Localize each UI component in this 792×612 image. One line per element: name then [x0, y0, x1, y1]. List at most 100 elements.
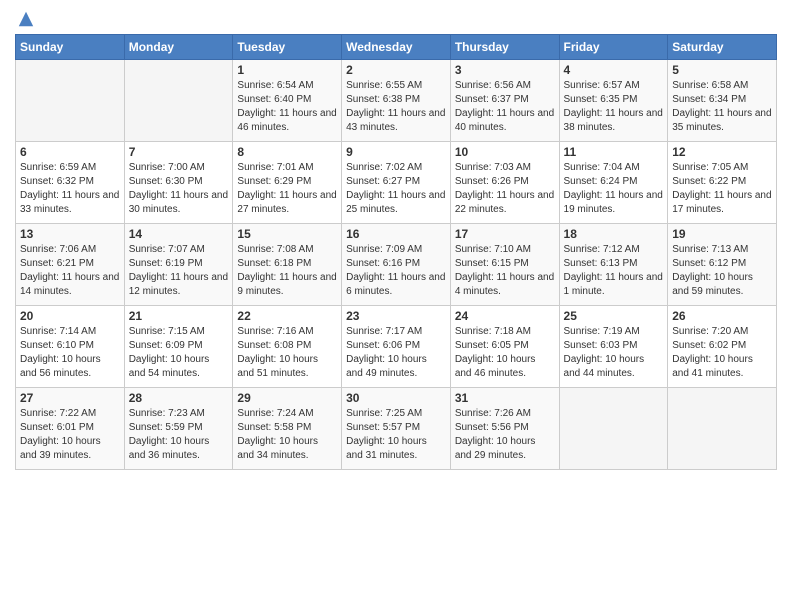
day-number: 26 — [672, 309, 772, 323]
day-number: 30 — [346, 391, 446, 405]
day-number: 4 — [564, 63, 664, 77]
day-number: 5 — [672, 63, 772, 77]
cell-info: Sunrise: 7:07 AMSunset: 6:19 PMDaylight:… — [129, 244, 228, 297]
cell-info: Sunrise: 7:12 AMSunset: 6:13 PMDaylight:… — [564, 244, 663, 297]
cell-info: Sunrise: 7:13 AMSunset: 6:12 PMDaylight:… — [672, 244, 753, 297]
cell-info: Sunrise: 7:05 AMSunset: 6:22 PMDaylight:… — [672, 162, 771, 215]
day-number: 28 — [129, 391, 229, 405]
page: SundayMondayTuesdayWednesdayThursdayFrid… — [0, 0, 792, 612]
calendar-cell: 31 Sunrise: 7:26 AMSunset: 5:56 PMDaylig… — [450, 388, 559, 470]
calendar-week: 20 Sunrise: 7:14 AMSunset: 6:10 PMDaylig… — [16, 306, 777, 388]
calendar-cell — [559, 388, 668, 470]
day-number: 2 — [346, 63, 446, 77]
calendar-cell: 3 Sunrise: 6:56 AMSunset: 6:37 PMDayligh… — [450, 60, 559, 142]
header-day: Tuesday — [233, 35, 342, 60]
calendar-cell: 15 Sunrise: 7:08 AMSunset: 6:18 PMDaylig… — [233, 224, 342, 306]
cell-info: Sunrise: 6:56 AMSunset: 6:37 PMDaylight:… — [455, 80, 554, 133]
calendar-cell: 21 Sunrise: 7:15 AMSunset: 6:09 PMDaylig… — [124, 306, 233, 388]
cell-info: Sunrise: 7:20 AMSunset: 6:02 PMDaylight:… — [672, 326, 753, 379]
day-number: 14 — [129, 227, 229, 241]
header-day: Wednesday — [342, 35, 451, 60]
cell-info: Sunrise: 6:55 AMSunset: 6:38 PMDaylight:… — [346, 80, 445, 133]
day-number: 24 — [455, 309, 555, 323]
header — [15, 10, 777, 28]
cell-info: Sunrise: 7:10 AMSunset: 6:15 PMDaylight:… — [455, 244, 554, 297]
cell-info: Sunrise: 7:18 AMSunset: 6:05 PMDaylight:… — [455, 326, 536, 379]
day-number: 9 — [346, 145, 446, 159]
cell-info: Sunrise: 7:03 AMSunset: 6:26 PMDaylight:… — [455, 162, 554, 215]
calendar-cell: 8 Sunrise: 7:01 AMSunset: 6:29 PMDayligh… — [233, 142, 342, 224]
calendar-cell: 1 Sunrise: 6:54 AMSunset: 6:40 PMDayligh… — [233, 60, 342, 142]
cell-info: Sunrise: 7:25 AMSunset: 5:57 PMDaylight:… — [346, 408, 427, 461]
day-number: 18 — [564, 227, 664, 241]
day-number: 1 — [237, 63, 337, 77]
calendar-cell: 9 Sunrise: 7:02 AMSunset: 6:27 PMDayligh… — [342, 142, 451, 224]
day-number: 16 — [346, 227, 446, 241]
cell-info: Sunrise: 7:08 AMSunset: 6:18 PMDaylight:… — [237, 244, 336, 297]
day-number: 7 — [129, 145, 229, 159]
cell-info: Sunrise: 7:01 AMSunset: 6:29 PMDaylight:… — [237, 162, 336, 215]
calendar-cell: 16 Sunrise: 7:09 AMSunset: 6:16 PMDaylig… — [342, 224, 451, 306]
calendar-cell: 19 Sunrise: 7:13 AMSunset: 6:12 PMDaylig… — [668, 224, 777, 306]
cell-info: Sunrise: 7:14 AMSunset: 6:10 PMDaylight:… — [20, 326, 101, 379]
day-number: 12 — [672, 145, 772, 159]
calendar-cell — [124, 60, 233, 142]
calendar-cell: 2 Sunrise: 6:55 AMSunset: 6:38 PMDayligh… — [342, 60, 451, 142]
day-number: 31 — [455, 391, 555, 405]
calendar-cell: 5 Sunrise: 6:58 AMSunset: 6:34 PMDayligh… — [668, 60, 777, 142]
cell-info: Sunrise: 7:23 AMSunset: 5:59 PMDaylight:… — [129, 408, 210, 461]
calendar-cell: 27 Sunrise: 7:22 AMSunset: 6:01 PMDaylig… — [16, 388, 125, 470]
calendar-cell: 30 Sunrise: 7:25 AMSunset: 5:57 PMDaylig… — [342, 388, 451, 470]
calendar-cell: 20 Sunrise: 7:14 AMSunset: 6:10 PMDaylig… — [16, 306, 125, 388]
calendar-week: 13 Sunrise: 7:06 AMSunset: 6:21 PMDaylig… — [16, 224, 777, 306]
calendar-cell: 13 Sunrise: 7:06 AMSunset: 6:21 PMDaylig… — [16, 224, 125, 306]
day-number: 17 — [455, 227, 555, 241]
calendar-cell: 25 Sunrise: 7:19 AMSunset: 6:03 PMDaylig… — [559, 306, 668, 388]
calendar-week: 6 Sunrise: 6:59 AMSunset: 6:32 PMDayligh… — [16, 142, 777, 224]
calendar-cell: 22 Sunrise: 7:16 AMSunset: 6:08 PMDaylig… — [233, 306, 342, 388]
header-day: Friday — [559, 35, 668, 60]
cell-info: Sunrise: 7:19 AMSunset: 6:03 PMDaylight:… — [564, 326, 645, 379]
cell-info: Sunrise: 7:16 AMSunset: 6:08 PMDaylight:… — [237, 326, 318, 379]
header-day: Sunday — [16, 35, 125, 60]
day-number: 22 — [237, 309, 337, 323]
cell-info: Sunrise: 7:15 AMSunset: 6:09 PMDaylight:… — [129, 326, 210, 379]
calendar-cell: 11 Sunrise: 7:04 AMSunset: 6:24 PMDaylig… — [559, 142, 668, 224]
day-number: 15 — [237, 227, 337, 241]
calendar-cell: 28 Sunrise: 7:23 AMSunset: 5:59 PMDaylig… — [124, 388, 233, 470]
day-number: 19 — [672, 227, 772, 241]
header-row: SundayMondayTuesdayWednesdayThursdayFrid… — [16, 35, 777, 60]
day-number: 3 — [455, 63, 555, 77]
day-number: 8 — [237, 145, 337, 159]
cell-info: Sunrise: 6:54 AMSunset: 6:40 PMDaylight:… — [237, 80, 336, 133]
logo-icon — [17, 10, 35, 28]
cell-info: Sunrise: 7:22 AMSunset: 6:01 PMDaylight:… — [20, 408, 101, 461]
header-day: Saturday — [668, 35, 777, 60]
cell-info: Sunrise: 6:58 AMSunset: 6:34 PMDaylight:… — [672, 80, 771, 133]
cell-info: Sunrise: 7:26 AMSunset: 5:56 PMDaylight:… — [455, 408, 536, 461]
cell-info: Sunrise: 7:00 AMSunset: 6:30 PMDaylight:… — [129, 162, 228, 215]
calendar-week: 1 Sunrise: 6:54 AMSunset: 6:40 PMDayligh… — [16, 60, 777, 142]
day-number: 23 — [346, 309, 446, 323]
calendar-cell: 18 Sunrise: 7:12 AMSunset: 6:13 PMDaylig… — [559, 224, 668, 306]
cell-info: Sunrise: 7:02 AMSunset: 6:27 PMDaylight:… — [346, 162, 445, 215]
calendar-cell: 17 Sunrise: 7:10 AMSunset: 6:15 PMDaylig… — [450, 224, 559, 306]
cell-info: Sunrise: 7:17 AMSunset: 6:06 PMDaylight:… — [346, 326, 427, 379]
cell-info: Sunrise: 7:09 AMSunset: 6:16 PMDaylight:… — [346, 244, 445, 297]
header-day: Monday — [124, 35, 233, 60]
calendar-week: 27 Sunrise: 7:22 AMSunset: 6:01 PMDaylig… — [16, 388, 777, 470]
day-number: 27 — [20, 391, 120, 405]
header-day: Thursday — [450, 35, 559, 60]
calendar-cell: 29 Sunrise: 7:24 AMSunset: 5:58 PMDaylig… — [233, 388, 342, 470]
calendar-cell — [16, 60, 125, 142]
calendar-cell: 6 Sunrise: 6:59 AMSunset: 6:32 PMDayligh… — [16, 142, 125, 224]
cell-info: Sunrise: 6:59 AMSunset: 6:32 PMDaylight:… — [20, 162, 119, 215]
day-number: 20 — [20, 309, 120, 323]
logo — [15, 10, 35, 28]
cell-info: Sunrise: 7:04 AMSunset: 6:24 PMDaylight:… — [564, 162, 663, 215]
calendar-cell — [668, 388, 777, 470]
day-number: 29 — [237, 391, 337, 405]
day-number: 13 — [20, 227, 120, 241]
calendar-cell: 14 Sunrise: 7:07 AMSunset: 6:19 PMDaylig… — [124, 224, 233, 306]
day-number: 11 — [564, 145, 664, 159]
